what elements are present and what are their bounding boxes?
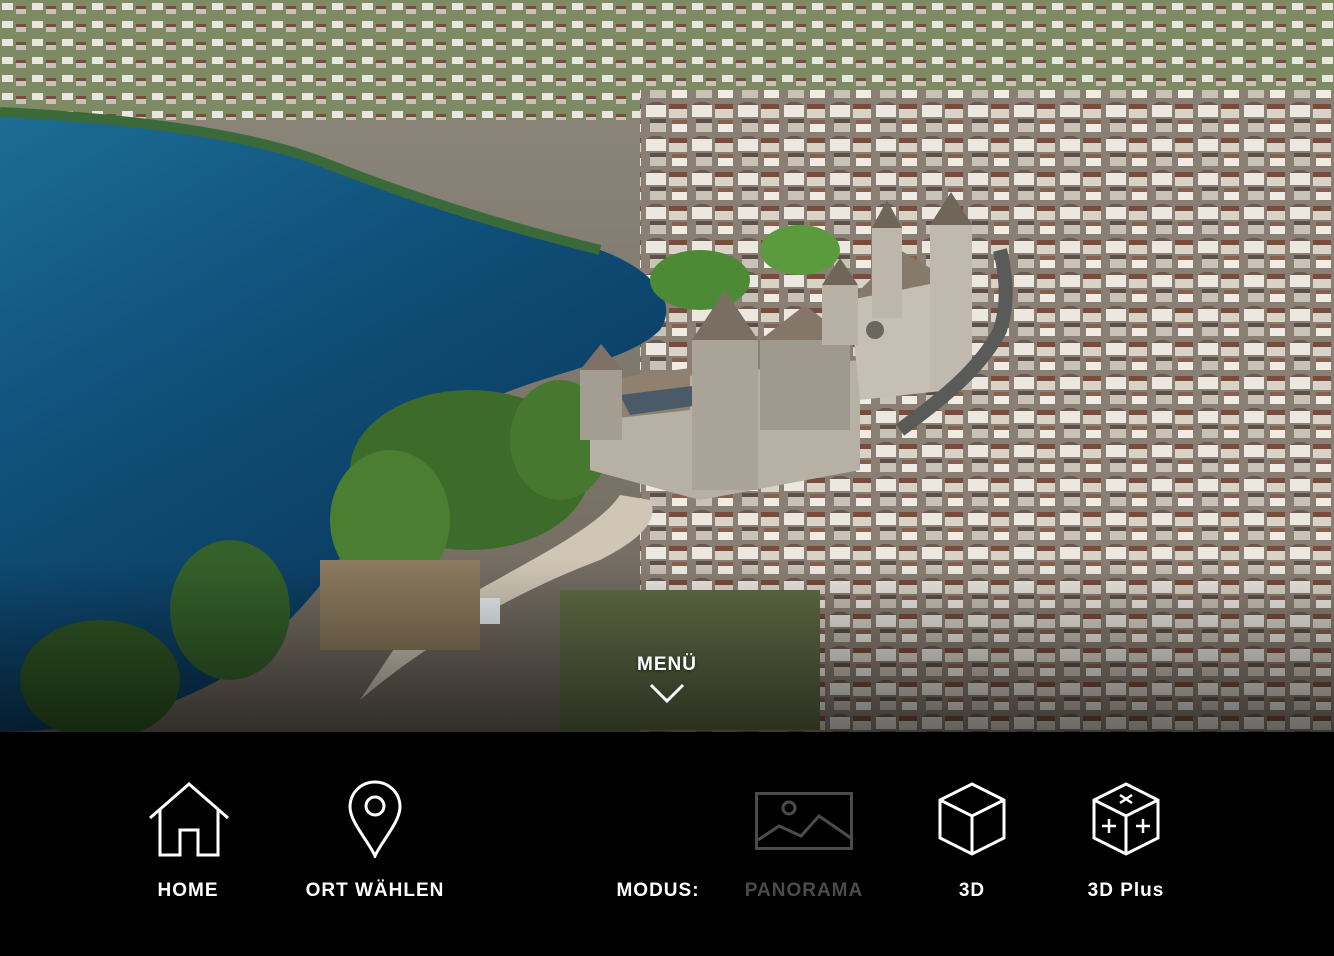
mode-label: MODUS: [616,880,700,901]
map-pin-icon [348,780,402,858]
panorama-view[interactable] [0,0,1334,732]
bottom-bar: HOME ORT WÄHLEN MODUS: PANORAMA 3D 3D Pl… [0,732,1334,956]
cube-icon [938,782,1006,856]
menu-toggle-button[interactable]: MENÜ [617,654,717,726]
home-icon [149,782,229,857]
mode-panorama-label: PANORAMA [744,880,864,901]
location-button[interactable]: ORT WÄHLEN [300,732,450,912]
mode-3d-plus-button[interactable]: 3D Plus [1082,732,1170,912]
home-button[interactable]: HOME [140,732,238,912]
image-icon [755,792,853,850]
mode-3d-label: 3D [958,880,986,901]
home-label: HOME [157,880,219,901]
aerial-town-image [0,0,1334,732]
mode-panorama-button[interactable]: PANORAMA [744,732,864,912]
location-label: ORT WÄHLEN [305,880,445,901]
mode-3d-button[interactable]: 3D [934,732,1010,912]
menu-label: MENÜ [637,654,697,675]
mode-3d-plus-label: 3D Plus [1087,880,1165,901]
chevron-down-icon [649,683,685,704]
cube-plus-icon [1092,782,1160,856]
